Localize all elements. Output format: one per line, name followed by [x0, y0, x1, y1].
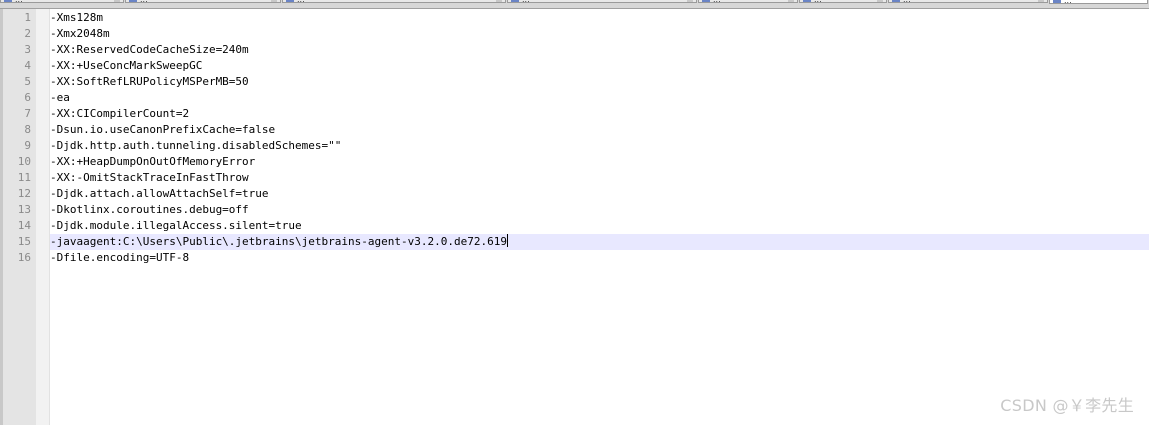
code-line[interactable]: -ea [50, 90, 1149, 106]
line-number: 12 [17, 187, 31, 200]
line-number: 9 [24, 139, 31, 152]
file-icon [511, 0, 519, 2]
tab-label: ... [713, 0, 785, 2]
tab-2[interactable]: ... [125, 0, 281, 3]
tab-label: ... [15, 0, 111, 2]
line-number: 8 [24, 123, 31, 136]
file-icon [286, 0, 294, 2]
code-line[interactable]: -XX:CICompilerCount=2 [50, 106, 1149, 122]
tab-label: ... [1064, 0, 1144, 3]
text-caret [506, 234, 508, 247]
file-icon [129, 0, 137, 2]
tab-4[interactable]: ... [507, 0, 697, 3]
tab-label: ... [297, 0, 493, 2]
code-line[interactable]: -Djdk.attach.allowAttachSelf=true [50, 186, 1149, 202]
code-line-current[interactable]: -javaagent:C:\Users\Public\.jetbrains\je… [50, 234, 1149, 250]
symbol-margin [36, 9, 50, 425]
close-icon[interactable] [687, 0, 693, 2]
code-line[interactable]: -XX:SoftRefLRUPolicyMSPerMB=50 [50, 74, 1149, 90]
line-number: 6 [24, 91, 31, 104]
close-icon[interactable] [877, 0, 883, 2]
close-icon[interactable] [1038, 0, 1044, 2]
code-line[interactable]: -XX:+HeapDumpOnOutOfMemoryError [50, 154, 1149, 170]
code-line[interactable]: -Xmx2048m [50, 26, 1149, 42]
line-number: 1 [24, 11, 31, 24]
close-icon[interactable] [496, 0, 502, 2]
code-line[interactable]: -XX:-OmitStackTraceInFastThrow [50, 170, 1149, 186]
file-icon [1053, 0, 1061, 3]
code-line[interactable]: -XX:+UseConcMarkSweepGC [50, 58, 1149, 74]
line-number: 2 [24, 27, 31, 40]
line-number: 14 [17, 219, 31, 232]
code-line[interactable]: -Dkotlinx.coroutines.debug=off [50, 202, 1149, 218]
tab-label: ... [140, 0, 268, 2]
file-icon [702, 0, 710, 2]
code-line[interactable]: -Dsun.io.useCanonPrefixCache=false [50, 122, 1149, 138]
line-number: 13 [17, 203, 31, 216]
code-line[interactable]: -Djdk.module.illegalAccess.silent=true [50, 218, 1149, 234]
line-number: 15 [17, 235, 31, 248]
code-line[interactable]: -Dfile.encoding=UTF-8 [50, 250, 1149, 266]
code-line[interactable]: -XX:ReservedCodeCacheSize=240m [50, 42, 1149, 58]
line-number: 7 [24, 107, 31, 120]
line-number: 10 [17, 155, 31, 168]
text-editor[interactable]: -Xms128m -Xmx2048m -XX:ReservedCodeCache… [0, 9, 1149, 425]
close-icon[interactable] [114, 0, 120, 2]
line-number: 4 [24, 59, 31, 72]
close-icon[interactable] [788, 0, 794, 2]
line-number: 5 [24, 75, 31, 88]
file-icon [892, 0, 900, 2]
line-number: 11 [17, 171, 31, 184]
close-icon[interactable] [271, 0, 277, 2]
watermark: CSDN @￥李先生 [1000, 396, 1134, 415]
tab-bar: ... ... ... ... ... ... ... ... [0, 0, 1149, 9]
code-line[interactable]: -Djdk.http.auth.tunneling.disabledScheme… [50, 138, 1149, 154]
line-number: 16 [17, 251, 31, 264]
tab-7[interactable]: ... [888, 0, 1048, 3]
file-icon [803, 0, 811, 2]
tab-6[interactable]: ... [799, 0, 887, 3]
tab-label: ... [522, 0, 684, 2]
tab-label: ... [814, 0, 874, 2]
file-icon [4, 0, 12, 2]
tab-5[interactable]: ... [698, 0, 798, 3]
tab-label: ... [903, 0, 1035, 2]
code-line[interactable]: -Xms128m [50, 10, 1149, 26]
tab-8-active[interactable]: ... [1049, 0, 1148, 4]
code-line-text: -javaagent:C:\Users\Public\.jetbrains\je… [50, 235, 507, 248]
line-number: 3 [24, 43, 31, 56]
tab-3[interactable]: ... [282, 0, 506, 3]
tab-1[interactable]: ... [0, 0, 124, 3]
